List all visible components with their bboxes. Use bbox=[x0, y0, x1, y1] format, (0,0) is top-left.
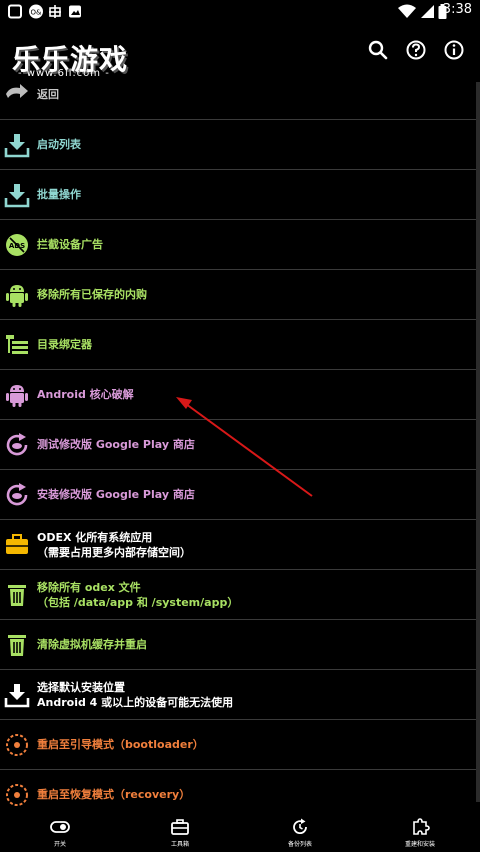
menu-item-label: 测试修改版 Google Play 商店 bbox=[37, 438, 195, 451]
toolbox-icon bbox=[171, 819, 189, 835]
nav-toggle[interactable]: 开关 bbox=[0, 812, 120, 852]
trash-icon bbox=[8, 635, 26, 656]
menu-item-label: Android 核心破解 bbox=[37, 388, 134, 401]
nav-backup-list[interactable]: 备份列表 bbox=[240, 812, 360, 852]
menu-item-label: 重启至恢复模式（recovery） bbox=[37, 788, 191, 801]
trash-icon bbox=[8, 585, 26, 606]
menu-item-install-modded-play-store[interactable]: 安装修改版 Google Play 商店 bbox=[0, 470, 476, 520]
menu-item-remove-odex-files[interactable]: 移除所有 odex 文件 （包括 /data/app 和 /system/app… bbox=[0, 570, 476, 620]
folder-tree-icon bbox=[6, 335, 28, 354]
menu-item-test-modded-play-store[interactable]: 测试修改版 Google Play 商店 bbox=[0, 420, 476, 470]
toggle-icon bbox=[50, 821, 70, 833]
nav-label: 重建和安装 bbox=[404, 841, 435, 848]
nav-label: 开关 bbox=[53, 841, 66, 848]
menu-item-batch-operation[interactable]: 批量操作 bbox=[0, 170, 476, 220]
menu-item-label: 批量操作 bbox=[37, 188, 81, 201]
clock: 3:38 bbox=[442, 2, 472, 17]
search-icon[interactable] bbox=[364, 36, 392, 64]
menu-item-remove-purchases[interactable]: 移除所有已保存的内购 bbox=[0, 270, 476, 320]
refresh-store-icon bbox=[6, 483, 28, 506]
menu-item-reboot-bootloader[interactable]: 重启至引导模式（bootloader） bbox=[0, 720, 476, 770]
backup-icon bbox=[293, 818, 307, 835]
android-icon bbox=[6, 285, 28, 307]
download-tray-icon bbox=[4, 134, 30, 158]
menu-item-odex-system-apps[interactable]: ODEX 化所有系统应用 （需要占用更多内部存储空间） bbox=[0, 520, 476, 570]
info-icon[interactable] bbox=[440, 36, 468, 64]
nav-label: 工具箱 bbox=[170, 841, 189, 848]
menu-item-label: ODEX 化所有系统应用 （需要占用更多内部存储空间） bbox=[37, 531, 191, 559]
back-arrow-icon bbox=[6, 84, 28, 98]
menu-item-label: 移除所有 odex 文件 （包括 /data/app 和 /system/app… bbox=[37, 581, 239, 609]
menu-item-label: 拦截设备广告 bbox=[37, 238, 103, 251]
menu-item-launch-list[interactable]: 启动列表 bbox=[0, 120, 476, 170]
menu-item-clear-vm-cache[interactable]: 清除虚拟机缓存并重启 bbox=[0, 620, 476, 670]
ad-block-icon: ADS bbox=[6, 234, 28, 256]
reboot-icon bbox=[6, 784, 28, 806]
bug-notification-icon bbox=[49, 5, 61, 18]
download-tray-icon bbox=[4, 184, 30, 208]
menu-item-label: 清除虚拟机缓存并重启 bbox=[37, 638, 147, 651]
square-notification-icon bbox=[8, 4, 22, 19]
puzzle-icon bbox=[413, 818, 430, 835]
menu-item-label: 重启至引导模式（bootloader） bbox=[37, 738, 204, 751]
menu-item-label: 选择默认安装位置 Android 4 或以上的设备可能无法使用 bbox=[37, 681, 234, 709]
menu-item-label: 返回 bbox=[37, 88, 59, 101]
image-notification-icon bbox=[69, 5, 81, 18]
wifi-icon bbox=[398, 4, 416, 18]
nav-toolbox[interactable]: 工具箱 bbox=[120, 812, 240, 852]
menu-item-label: 目录绑定器 bbox=[37, 338, 92, 351]
menu-item-directory-binder[interactable]: 目录绑定器 bbox=[0, 320, 476, 370]
refresh-store-icon bbox=[6, 433, 28, 456]
help-icon[interactable] bbox=[402, 36, 430, 64]
bottom-nav: 开关 工具箱 备份列表 重建和安装 bbox=[0, 812, 480, 852]
menu-item-back[interactable]: 返回 bbox=[0, 70, 476, 120]
android-icon bbox=[6, 385, 28, 407]
status-bar: O& 3:38 bbox=[0, 0, 480, 24]
nav-label: 备份列表 bbox=[287, 841, 312, 848]
nav-rebuild-install[interactable]: 重建和安装 bbox=[360, 812, 480, 852]
menu-item-android-core-patch[interactable]: Android 核心破解 bbox=[0, 370, 476, 420]
reboot-icon bbox=[6, 734, 28, 756]
menu-item-label: 安装修改版 Google Play 商店 bbox=[37, 488, 195, 501]
download-tray-icon bbox=[4, 684, 30, 708]
vpn-notification-icon: O& bbox=[29, 4, 43, 19]
svg-text:O&: O& bbox=[31, 9, 43, 17]
menu-item-label: 移除所有已保存的内购 bbox=[37, 288, 147, 301]
signal-icon bbox=[421, 5, 434, 18]
scrollbar[interactable] bbox=[476, 82, 480, 802]
toolbox-icon bbox=[6, 534, 28, 554]
menu-item-default-install-location[interactable]: 选择默认安装位置 Android 4 或以上的设备可能无法使用 bbox=[0, 670, 476, 720]
menu-item-block-ads[interactable]: ADS 拦截设备广告 bbox=[0, 220, 476, 270]
menu-item-label: 启动列表 bbox=[37, 138, 81, 151]
